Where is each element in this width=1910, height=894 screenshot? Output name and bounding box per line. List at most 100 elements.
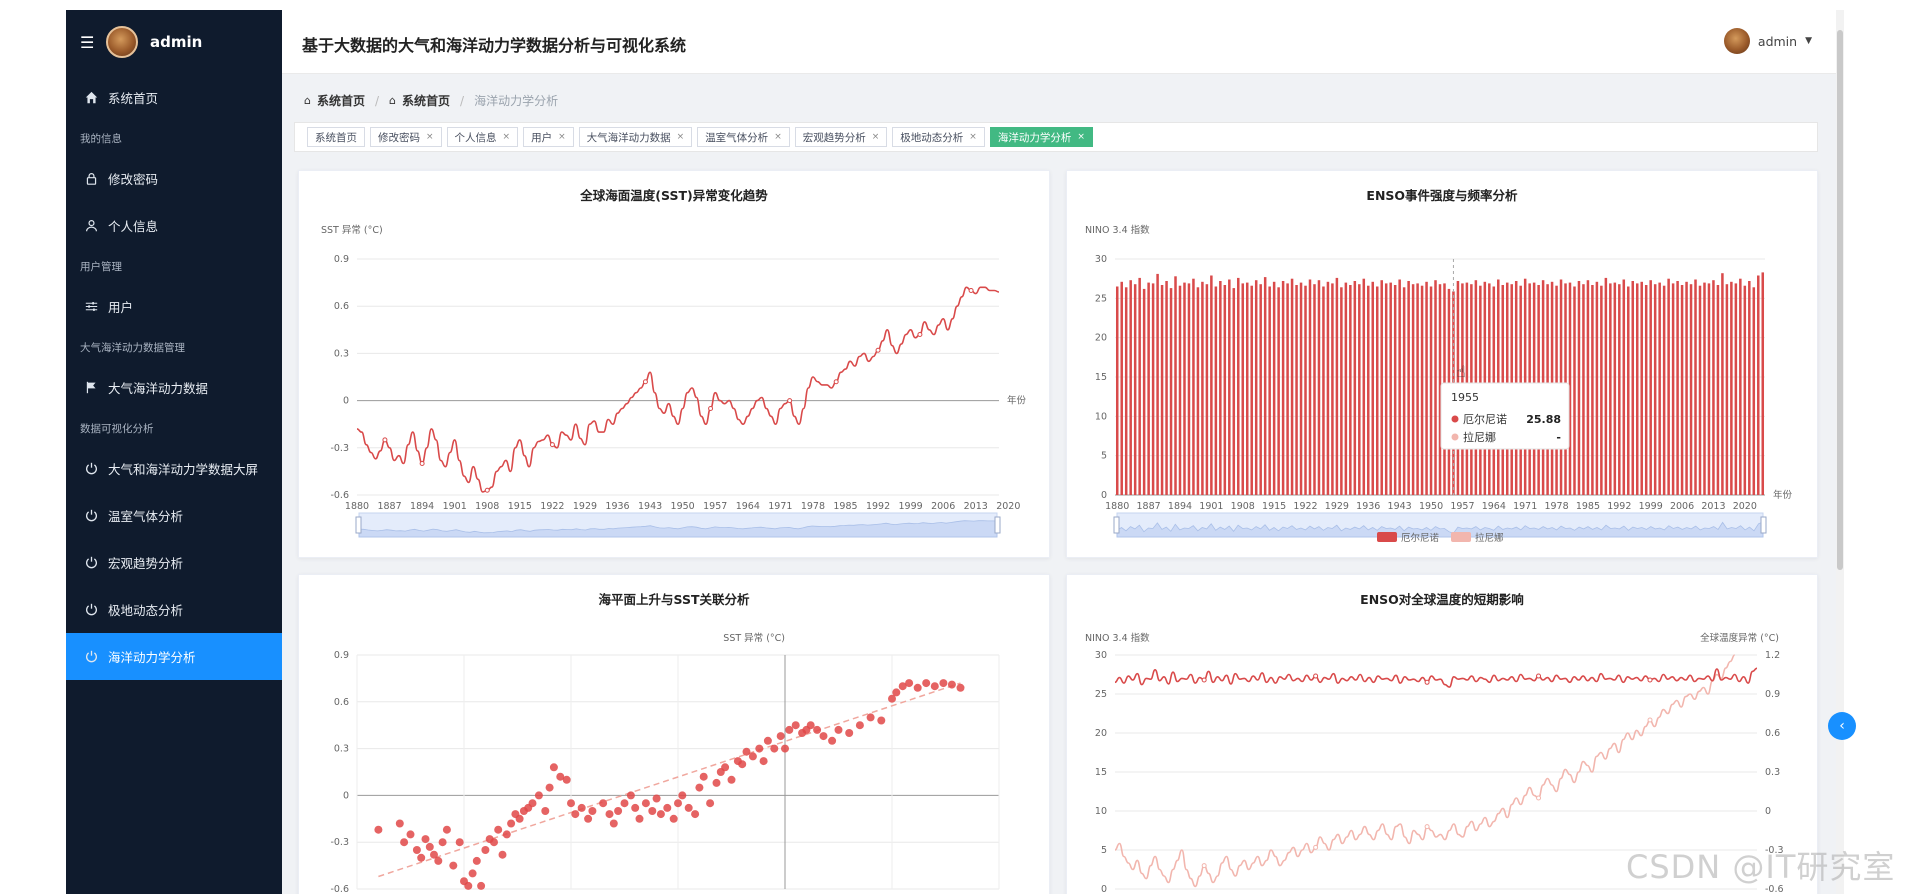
bar[interactable]: [1147, 282, 1150, 495]
bar[interactable]: [1304, 285, 1307, 495]
tag-view-item[interactable]: 修改密码 ×: [370, 127, 442, 147]
bar[interactable]: [1299, 282, 1303, 495]
scatter-point[interactable]: [699, 772, 708, 781]
scatter-point[interactable]: [791, 721, 800, 730]
scatter-point[interactable]: [776, 732, 785, 741]
datazoom-handle-right[interactable]: [1760, 516, 1767, 534]
bar[interactable]: [1241, 283, 1245, 495]
scatter-point[interactable]: [742, 747, 751, 756]
scatter-point[interactable]: [515, 814, 524, 823]
bar[interactable]: [1743, 285, 1747, 495]
scatter-point[interactable]: [472, 856, 481, 865]
scatter-point[interactable]: [481, 846, 490, 854]
scatter-point[interactable]: [845, 729, 854, 737]
scatter-point[interactable]: [834, 725, 843, 734]
data-point[interactable]: [549, 442, 555, 448]
close-icon[interactable]: ×: [774, 132, 782, 142]
bar[interactable]: [1192, 278, 1195, 495]
bar[interactable]: [1358, 284, 1361, 495]
tag-view-item[interactable]: 宏观趋势分析 ×: [794, 127, 888, 147]
bar[interactable]: [1138, 277, 1141, 495]
scatter-point[interactable]: [866, 713, 875, 722]
scatter-point[interactable]: [620, 799, 629, 808]
bar[interactable]: [1371, 281, 1375, 495]
user-menu[interactable]: admin ▼: [1723, 28, 1812, 54]
close-icon[interactable]: ×: [503, 132, 511, 142]
scatter-point[interactable]: [449, 861, 458, 870]
bar[interactable]: [1429, 286, 1433, 496]
scatter-point[interactable]: [855, 721, 864, 730]
data-point[interactable]: [1313, 673, 1319, 679]
close-icon[interactable]: ×: [426, 132, 434, 142]
scatter-point[interactable]: [674, 799, 682, 808]
bar[interactable]: [1237, 277, 1240, 495]
data-point[interactable]: [642, 379, 648, 385]
data-point[interactable]: [484, 487, 490, 493]
bar[interactable]: [1420, 285, 1424, 495]
data-point[interactable]: [1313, 844, 1319, 850]
tag-view-item[interactable]: 温室气体分析 ×: [697, 127, 790, 147]
scatter-point[interactable]: [562, 775, 571, 784]
bar[interactable]: [1680, 285, 1684, 495]
legend-swatch[interactable]: [1377, 532, 1397, 542]
scatter-point[interactable]: [421, 835, 430, 844]
bar[interactable]: [1308, 279, 1312, 496]
bar[interactable]: [1340, 287, 1343, 495]
data-point[interactable]: [875, 347, 881, 353]
bar[interactable]: [1322, 286, 1325, 496]
sidebar-item[interactable]: 海洋动力学分析: [66, 633, 282, 680]
bar[interactable]: [1761, 272, 1765, 495]
bar[interactable]: [1174, 276, 1177, 495]
scatter-point[interactable]: [599, 799, 608, 808]
scatter-point[interactable]: [609, 819, 618, 828]
bar[interactable]: [1129, 280, 1132, 495]
bar[interactable]: [1644, 285, 1648, 495]
bar[interactable]: [1165, 281, 1168, 495]
scatter-point[interactable]: [663, 803, 672, 812]
scatter-point[interactable]: [819, 732, 828, 741]
bar[interactable]: [1389, 282, 1392, 495]
bar[interactable]: [1622, 279, 1626, 496]
bar[interactable]: [1272, 281, 1276, 495]
scatter-point[interactable]: [727, 775, 736, 784]
hamburger-icon[interactable]: ☰: [80, 33, 100, 52]
bar[interactable]: [1613, 282, 1617, 495]
scatter-point[interactable]: [706, 799, 715, 808]
data-point[interactable]: [968, 287, 974, 293]
sealevel-scatter-chart[interactable]: 0.90.60.30-0.3-0.6-200-150-100-50050100S…: [299, 575, 1051, 894]
bar[interactable]: [1187, 283, 1191, 495]
bar[interactable]: [1734, 283, 1738, 495]
scatter-point[interactable]: [626, 791, 635, 800]
bar[interactable]: [1210, 275, 1213, 496]
bar[interactable]: [1214, 286, 1218, 496]
bar[interactable]: [1201, 281, 1204, 495]
close-icon[interactable]: ×: [558, 132, 566, 142]
bar[interactable]: [1317, 280, 1321, 495]
bar[interactable]: [1712, 280, 1715, 495]
scatter-point[interactable]: [947, 680, 956, 689]
scatter-point[interactable]: [656, 810, 665, 819]
bar[interactable]: [1232, 288, 1236, 495]
bar[interactable]: [1205, 284, 1209, 495]
scatter-point[interactable]: [922, 679, 931, 688]
scatter-point[interactable]: [755, 744, 764, 753]
sidebar-item[interactable]: 系统首页: [66, 74, 282, 121]
bar[interactable]: [1286, 283, 1289, 495]
datazoom-handle-right[interactable]: [994, 516, 1001, 534]
scatter-point[interactable]: [588, 807, 597, 815]
scatter-point[interactable]: [669, 814, 678, 823]
bar[interactable]: [1739, 278, 1742, 495]
bar[interactable]: [1402, 287, 1406, 495]
bar[interactable]: [1223, 285, 1227, 495]
scatter-point[interactable]: [494, 825, 503, 834]
bar[interactable]: [1250, 285, 1253, 495]
data-point[interactable]: [1201, 863, 1207, 869]
scatter-point[interactable]: [956, 683, 965, 692]
bar[interactable]: [1604, 277, 1608, 495]
bar[interactable]: [1245, 282, 1249, 495]
scatter-point[interactable]: [541, 807, 550, 815]
bar[interactable]: [1380, 280, 1383, 495]
bar[interactable]: [1290, 278, 1294, 495]
scatter-point[interactable]: [498, 850, 507, 859]
bar[interactable]: [1156, 273, 1159, 495]
